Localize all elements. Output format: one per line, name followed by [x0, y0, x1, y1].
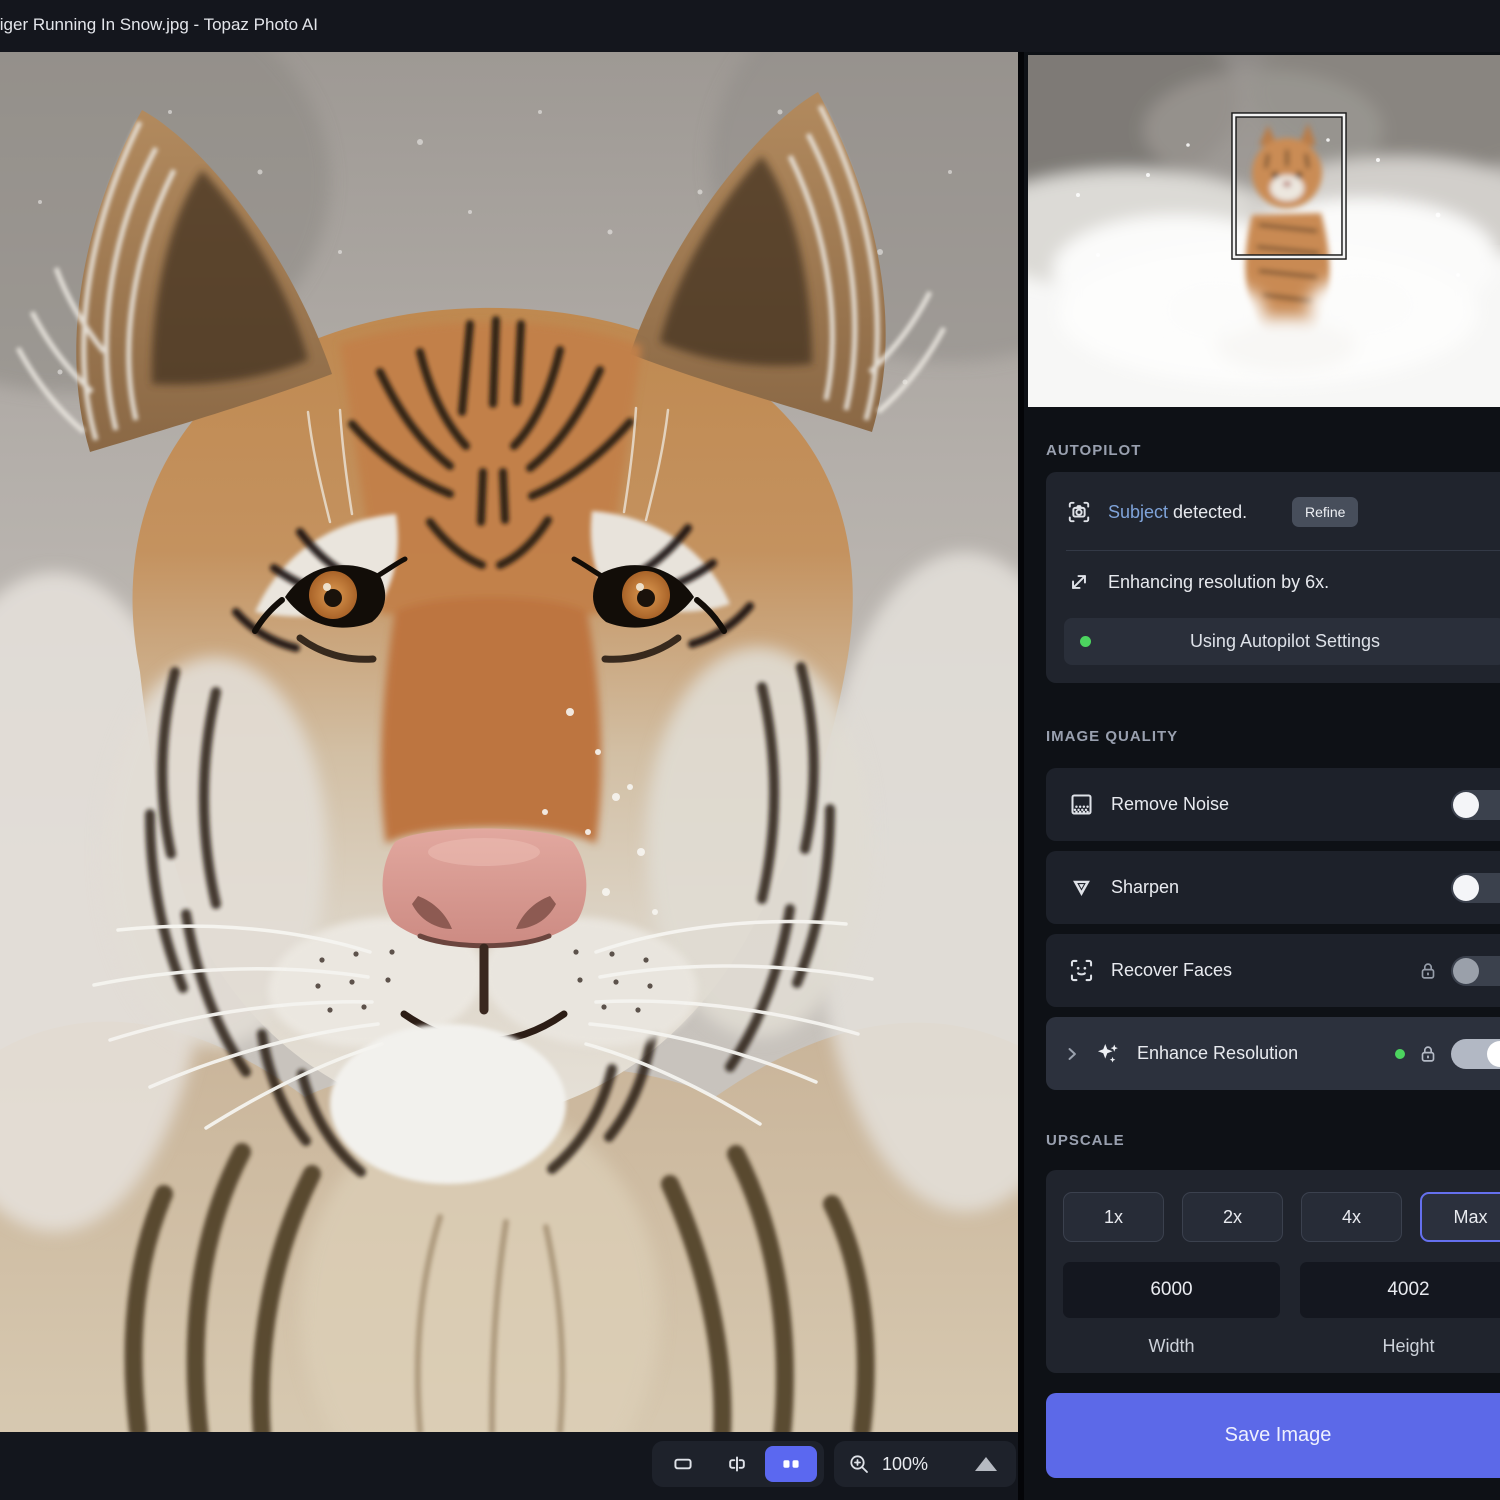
- navigator-thumbnail[interactable]: [1028, 55, 1500, 407]
- autopilot-settings-button[interactable]: Using Autopilot Settings: [1064, 618, 1500, 665]
- viewer-toolbar: 100%: [0, 1432, 1018, 1500]
- chevron-right-icon[interactable]: [1062, 1044, 1082, 1064]
- autopilot-active-dot: [1080, 636, 1091, 647]
- enhance-resolution-toggle[interactable]: [1451, 1039, 1500, 1069]
- sharpen-toggle[interactable]: [1451, 873, 1500, 903]
- remove-noise-label: Remove Noise: [1111, 794, 1229, 815]
- split-view-button[interactable]: [711, 1446, 763, 1482]
- upscale-option-2x[interactable]: 2x: [1182, 1192, 1283, 1242]
- side-by-side-view-button[interactable]: [765, 1446, 817, 1482]
- upscale-card: 1x 2x 4x Max 6000 4002 Width Height: [1046, 1170, 1500, 1373]
- enhance-resolution-label: Enhance Resolution: [1137, 1043, 1298, 1064]
- width-input[interactable]: 6000: [1063, 1262, 1280, 1318]
- enhance-active-dot: [1395, 1049, 1405, 1059]
- titlebar: Tiger Running In Snow.jpg - Topaz Photo …: [0, 0, 1500, 52]
- remove-noise-toggle[interactable]: [1451, 790, 1500, 820]
- lock-icon: [1417, 1043, 1439, 1065]
- upscale-section-label: UPSCALE: [1046, 1132, 1125, 1149]
- zoom-level: 100%: [882, 1454, 928, 1475]
- remove-noise-row[interactable]: Remove Noise: [1046, 768, 1500, 841]
- autopilot-card: Subject detected. Refine Enhancing resol…: [1046, 472, 1500, 683]
- sparkle-icon: [1094, 1040, 1121, 1067]
- single-view-button[interactable]: [657, 1446, 709, 1482]
- width-label: Width: [1063, 1336, 1280, 1357]
- upscale-option-1x[interactable]: 1x: [1063, 1192, 1164, 1242]
- height-input[interactable]: 4002: [1300, 1262, 1500, 1318]
- sharpen-icon: [1068, 874, 1095, 901]
- topaz-photo-ai-window: Tiger Running In Snow.jpg - Topaz Photo …: [0, 0, 1500, 1500]
- recover-faces-label: Recover Faces: [1111, 960, 1232, 981]
- sharpen-label: Sharpen: [1111, 877, 1179, 898]
- face-brackets-icon: [1068, 957, 1095, 984]
- subject-detected-row: Subject detected.: [1066, 498, 1247, 526]
- save-image-button[interactable]: Save Image: [1046, 1393, 1500, 1478]
- side-by-side-icon: [778, 1451, 804, 1477]
- resize-diagonal-icon: [1066, 569, 1092, 595]
- enhance-resolution-row[interactable]: Enhance Resolution: [1046, 1017, 1500, 1090]
- subject-detect-icon: [1066, 499, 1092, 525]
- enhancing-resolution-row: Enhancing resolution by 6x.: [1066, 568, 1329, 596]
- enhancing-text: Enhancing resolution by 6x.: [1108, 572, 1329, 593]
- settings-panel: AUTOPILOT Subject detected. Refine: [1024, 52, 1500, 1500]
- detected-word: detected.: [1173, 502, 1247, 523]
- height-label: Height: [1300, 1336, 1500, 1357]
- tiger-photo: [0, 52, 1018, 1432]
- autopilot-section-label: AUTOPILOT: [1046, 442, 1141, 459]
- zoom-control[interactable]: 100%: [834, 1441, 1016, 1487]
- upscale-option-4x[interactable]: 4x: [1301, 1192, 1402, 1242]
- subject-word: Subject: [1108, 502, 1168, 523]
- lock-icon: [1417, 960, 1439, 982]
- upscale-options: 1x 2x 4x Max: [1063, 1192, 1500, 1242]
- split-view-icon: [724, 1451, 750, 1477]
- zoom-dropdown-arrow-icon[interactable]: [975, 1457, 997, 1471]
- view-mode-group: [652, 1441, 824, 1487]
- single-view-icon: [670, 1451, 696, 1477]
- recover-faces-toggle[interactable]: [1451, 956, 1500, 986]
- photo-canvas[interactable]: 100%: [0, 52, 1018, 1500]
- upscale-option-max[interactable]: Max: [1420, 1192, 1500, 1242]
- zoom-in-icon: [847, 1452, 871, 1476]
- navigator-image: [1028, 55, 1500, 407]
- recover-faces-row[interactable]: Recover Faces: [1046, 934, 1500, 1007]
- image-quality-section-label: IMAGE QUALITY: [1046, 728, 1178, 745]
- noise-icon: [1068, 791, 1095, 818]
- autopilot-settings-label: Using Autopilot Settings: [1190, 631, 1380, 652]
- refine-button[interactable]: Refine: [1292, 497, 1358, 527]
- sharpen-row[interactable]: Sharpen: [1046, 851, 1500, 924]
- divider: [1066, 550, 1500, 551]
- window-title: Tiger Running In Snow.jpg - Topaz Photo …: [0, 0, 318, 50]
